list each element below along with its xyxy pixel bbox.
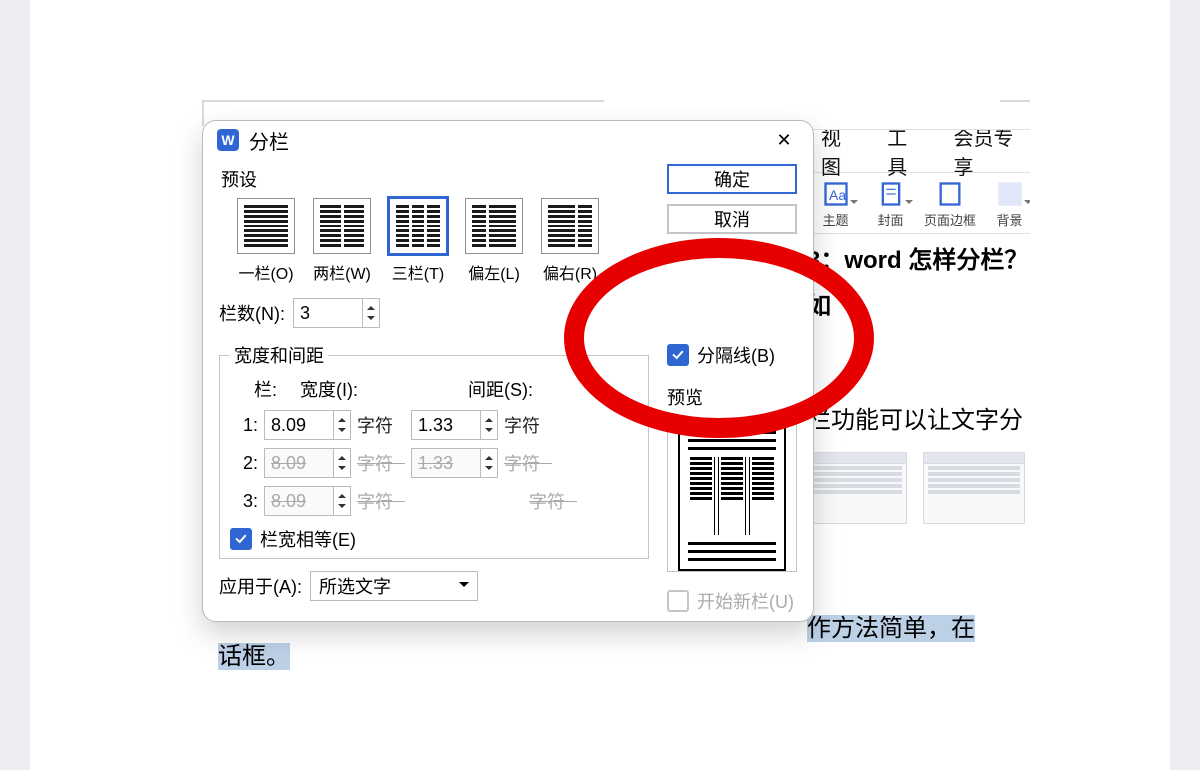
width-row: 3: 字符 字符 — [230, 486, 638, 516]
width-spinner — [264, 448, 351, 478]
width-spacing-group: 宽度和间距 栏: 宽度(I): 间距(S): 1:字符字符2:字符字符3:字符字… — [219, 342, 649, 559]
spin-up-icon — [334, 449, 350, 463]
preset-left[interactable]: 偏左(L) — [461, 198, 527, 284]
unit-label: 字符 — [504, 450, 552, 476]
spacing-spinner[interactable] — [411, 410, 498, 440]
bg-thumbnails — [805, 452, 1030, 522]
columns-dialog: W 分栏 ✕ 预设 一栏(O) 两栏(W) 三栏(T) 偏左(L) 偏右(R) 栏数(N… — [202, 120, 814, 622]
preview-box — [667, 420, 797, 572]
preset-three[interactable]: 三栏(T) — [385, 198, 451, 284]
width-row: 1: 字符 字符 — [230, 410, 638, 440]
spacing-input[interactable] — [412, 411, 480, 439]
width-input — [265, 487, 333, 515]
preset-label: 偏右(R) — [543, 260, 597, 284]
bg-tab[interactable]: 会员专享 — [954, 129, 1031, 180]
page-gutter — [1170, 0, 1200, 770]
spin-down-icon[interactable] — [481, 425, 497, 439]
close-button[interactable]: ✕ — [769, 125, 799, 155]
ribbon-border[interactable]: 页面边框 — [925, 178, 975, 229]
spin-up-icon — [481, 449, 497, 463]
spacing-spinner — [411, 448, 498, 478]
width-input[interactable] — [265, 411, 333, 439]
presets-label: 预设 — [221, 166, 649, 192]
theme-icon: Aa — [822, 180, 850, 208]
cover-icon — [877, 180, 905, 208]
spin-down-icon[interactable] — [363, 313, 379, 327]
hdr-width: 宽度(I): — [300, 376, 468, 402]
colcount-label: 栏数(N): — [219, 300, 285, 326]
background-icon — [996, 180, 1024, 208]
preset-label: 两栏(W) — [313, 260, 371, 284]
preset-label: 偏左(L) — [468, 260, 520, 284]
apply-to-label: 应用于(A): — [219, 573, 302, 599]
row-index: 3: — [230, 491, 258, 512]
start-new-column-checkbox — [667, 590, 689, 612]
background-app: 视图 工具 会员专享 Aa 主题 封面 页面边框 背景 3：word 怎样分栏 — [805, 129, 1030, 660]
page-gutter — [0, 0, 30, 770]
preset-two[interactable]: 两栏(W) — [309, 198, 375, 284]
unit-label: 字符 — [529, 488, 577, 514]
unit-label: 字符 — [357, 412, 405, 438]
unit-label: 字符 — [504, 412, 552, 438]
bg-tab[interactable]: 工具 — [887, 129, 925, 180]
colcount-input[interactable] — [294, 299, 362, 327]
spin-down-icon — [334, 463, 350, 477]
width-spinner — [264, 486, 351, 516]
preview-page-icon — [678, 421, 786, 571]
separator-checkbox[interactable] — [667, 344, 689, 366]
row-index: 2: — [230, 453, 258, 474]
spin-up-icon[interactable] — [481, 411, 497, 425]
svg-text:Aa: Aa — [829, 186, 846, 202]
chevron-down-icon — [459, 582, 469, 592]
dialog-titlebar: W 分栏 ✕ — [203, 121, 813, 160]
spacing-input — [412, 449, 480, 477]
presets-row: 一栏(O) 两栏(W) 三栏(T) 偏左(L) 偏右(R) — [233, 198, 649, 284]
ribbon-cover[interactable]: 封面 — [870, 178, 911, 229]
preset-one[interactable]: 一栏(O) — [233, 198, 299, 284]
cancel-button[interactable]: 取消 — [667, 204, 797, 234]
preview-label: 预览 — [667, 384, 797, 410]
row-index: 1: — [230, 415, 258, 436]
unit-label: 字符 — [357, 488, 405, 514]
spin-down-icon — [334, 501, 350, 515]
dialog-title: 分栏 — [249, 126, 289, 155]
spin-down-icon — [481, 463, 497, 477]
bg-document-text-tail: 话框。 — [218, 636, 290, 671]
width-spinner[interactable] — [264, 410, 351, 440]
separator-label: 分隔线(B) — [697, 342, 775, 368]
bg-ribbon: Aa 主题 封面 页面边框 背景 — [805, 172, 1030, 234]
colcount-spinner[interactable] — [293, 298, 380, 328]
start-new-column-label: 开始新栏(U) — [697, 588, 794, 614]
equal-width-label: 栏宽相等(E) — [260, 526, 356, 552]
bg-document-text: 3：word 怎样分栏？如 栏功能可以让文字分 版，海报设计和简历设 作方法简单… — [805, 234, 1030, 660]
unit-label: 字符 — [357, 450, 405, 476]
preset-label: 一栏(O) — [238, 260, 293, 284]
page-border-icon — [936, 180, 964, 208]
width-spacing-label: 宽度和间距 — [230, 342, 328, 368]
bg-tabs-row: 视图 工具 会员专享 — [805, 130, 1030, 172]
ok-button[interactable]: 确定 — [667, 164, 797, 194]
spin-up-icon[interactable] — [334, 411, 350, 425]
spin-up-icon — [334, 487, 350, 501]
bg-thumb — [805, 452, 907, 524]
app-icon: W — [217, 129, 239, 151]
preset-label: 三栏(T) — [392, 260, 444, 284]
width-row: 2: 字符 字符 — [230, 448, 638, 478]
bg-thumb — [923, 452, 1025, 524]
hdr-spacing: 间距(S): — [468, 376, 638, 402]
ribbon-background[interactable]: 背景 — [989, 178, 1030, 229]
preset-right[interactable]: 偏右(R) — [537, 198, 603, 284]
spin-down-icon[interactable] — [334, 425, 350, 439]
apply-to-select[interactable]: 所选文字 — [310, 571, 478, 601]
spin-up-icon[interactable] — [363, 299, 379, 313]
ribbon-theme[interactable]: Aa 主题 — [815, 178, 856, 229]
hdr-col: 栏: — [254, 376, 300, 402]
bg-tab[interactable]: 视图 — [821, 129, 859, 180]
page-margin-guide — [1000, 100, 1030, 126]
equal-width-checkbox[interactable] — [230, 528, 252, 550]
width-input — [265, 449, 333, 477]
apply-to-value: 所选文字 — [319, 573, 391, 599]
